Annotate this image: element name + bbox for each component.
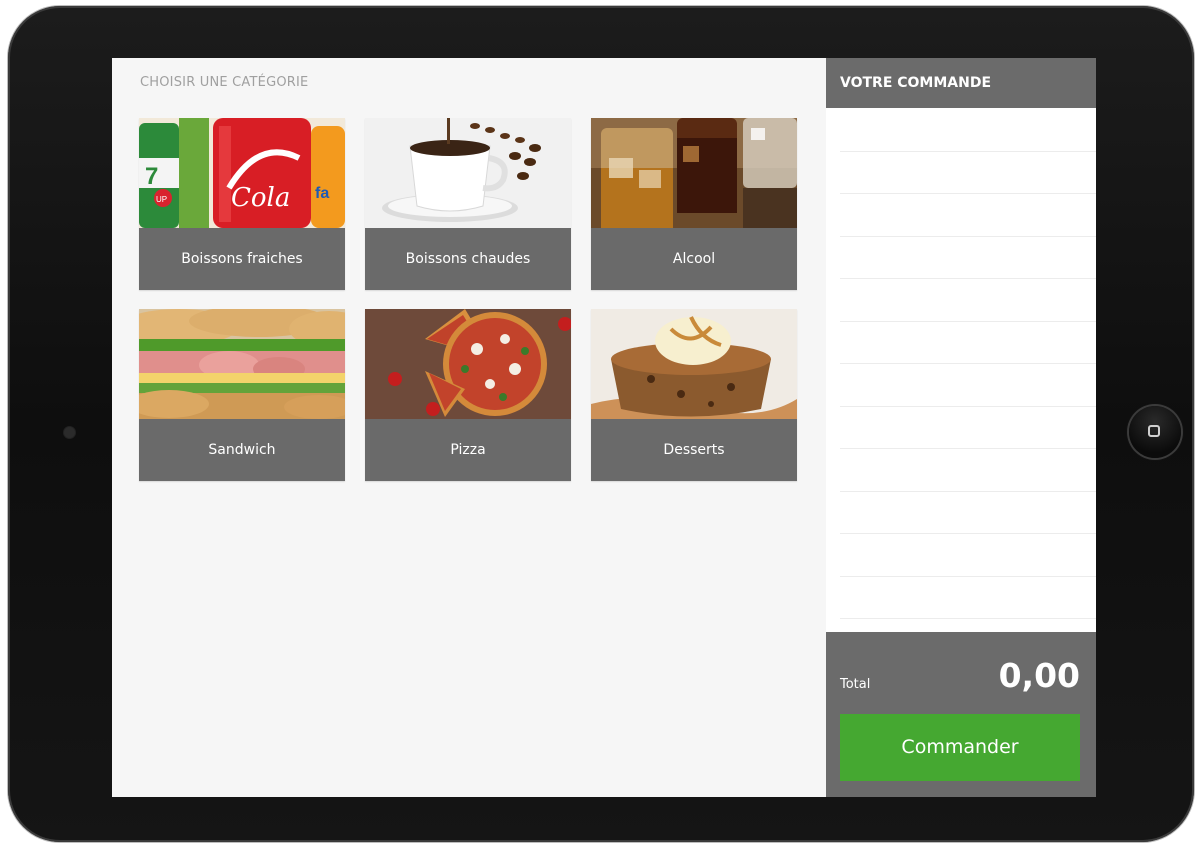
sandwich-image (139, 309, 345, 419)
category-label: Alcool (591, 228, 797, 290)
category-tile-alcool[interactable]: Alcool (591, 118, 797, 290)
category-label: Boissons chaudes (365, 228, 571, 290)
svg-text:UP: UP (156, 195, 167, 204)
order-list[interactable] (826, 108, 1096, 632)
home-square-icon (1148, 425, 1160, 437)
order-pane: VOTRE COMMANDE Total 0,00 Commander (826, 58, 1096, 797)
pizza-image (365, 309, 571, 419)
liquor-glasses-image (591, 118, 797, 228)
total-value: 0,00 (998, 656, 1080, 695)
app-screen: CHOISIR UNE CATÉGORIE 7 UP Cola fa Boiss… (112, 58, 1096, 797)
order-footer: Total 0,00 Commander (826, 632, 1096, 797)
home-button[interactable] (1129, 406, 1181, 458)
soda-cans-image: 7 UP Cola fa (139, 118, 345, 228)
order-row-divider (840, 533, 1096, 534)
order-header: VOTRE COMMANDE (826, 58, 1096, 108)
dessert-image (591, 309, 797, 419)
order-row-divider (840, 618, 1096, 619)
order-row-divider (840, 193, 1096, 194)
order-submit-button[interactable]: Commander (840, 714, 1080, 781)
category-label: Desserts (591, 419, 797, 481)
order-row-divider (840, 236, 1096, 237)
order-row-divider (840, 491, 1096, 492)
front-camera (64, 427, 75, 438)
order-row-divider (840, 576, 1096, 577)
category-label: Boissons fraiches (139, 228, 345, 290)
svg-text:Cola: Cola (231, 183, 290, 213)
category-tile-sandwich[interactable]: Sandwich (139, 309, 345, 481)
svg-text:7: 7 (145, 163, 158, 190)
category-label: Sandwich (139, 419, 345, 481)
category-section-title: CHOISIR UNE CATÉGORIE (140, 75, 309, 90)
order-row-divider (840, 151, 1096, 152)
order-row-divider (840, 448, 1096, 449)
category-tile-desserts[interactable]: Desserts (591, 309, 797, 481)
total-label: Total (840, 677, 871, 692)
category-label: Pizza (365, 419, 571, 481)
category-tile-pizza[interactable]: Pizza (365, 309, 571, 481)
order-row-divider (840, 321, 1096, 322)
svg-text:fa: fa (315, 185, 329, 202)
category-tile-boissons-chaudes[interactable]: Boissons chaudes (365, 118, 571, 290)
order-row-divider (840, 363, 1096, 364)
order-row-divider (840, 406, 1096, 407)
coffee-cup-image (365, 118, 571, 228)
category-tile-boissons-fraiches[interactable]: 7 UP Cola fa Boissons fraiches (139, 118, 345, 290)
order-row-divider (840, 278, 1096, 279)
category-pane: CHOISIR UNE CATÉGORIE 7 UP Cola fa Boiss… (112, 58, 826, 797)
